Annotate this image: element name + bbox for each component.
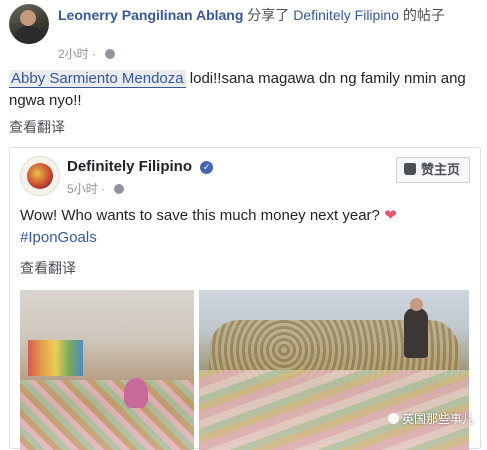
shared-page-link[interactable]: Definitely Filipino <box>293 7 399 23</box>
globe-icon <box>105 49 116 59</box>
share-time[interactable]: 2小时 <box>58 47 89 61</box>
person-face <box>410 298 423 311</box>
share-comment: Abby Sarmiento Mendoza lodi!!sana magawa… <box>9 68 479 112</box>
shared-post-card: Definitely Filipino ✓ 5小时 · 赞主页 Wow! Who… <box>9 147 481 450</box>
money-pile <box>20 380 194 450</box>
share-suffix: 的帖子 <box>402 7 445 23</box>
meta-separator: · <box>92 47 97 61</box>
watermark-text: 英国那些事儿 <box>402 412 475 426</box>
author-avatar[interactable] <box>9 4 49 44</box>
globe-icon <box>114 184 125 194</box>
see-translation-link[interactable]: 查看翻译 <box>20 258 76 278</box>
hashtag-link[interactable]: #IponGoals <box>20 229 97 246</box>
page-avatar[interactable] <box>20 156 60 196</box>
post-meta: 5小时 · <box>67 180 125 197</box>
page-name[interactable]: Definitely Filipino <box>67 158 192 175</box>
wechat-icon <box>388 413 399 424</box>
stuffed-toy <box>124 378 148 408</box>
post-photo-left[interactable] <box>20 290 194 450</box>
post-body: Wow! Who wants to save this much money n… <box>20 205 470 249</box>
meta-separator: · <box>101 182 106 196</box>
avatar-head <box>20 10 36 26</box>
heart-icon: ❤ <box>384 207 397 224</box>
watermark: 英国那些事儿 <box>388 410 474 427</box>
post-time[interactable]: 5小时 <box>67 182 98 196</box>
page-name-row: Definitely Filipino ✓ <box>67 158 214 175</box>
seated-person <box>404 298 428 358</box>
thumbs-up-icon <box>403 163 416 175</box>
post-text: Wow! Who wants to save this much money n… <box>20 207 380 224</box>
colorful-boxes <box>28 340 83 376</box>
share-action: 分享了 <box>247 7 290 23</box>
author-name[interactable]: Leonerry Pangilinan Ablang <box>58 7 243 23</box>
avatar-body <box>15 26 43 44</box>
mention-link[interactable]: Abby Sarmiento Mendoza <box>9 70 186 88</box>
verified-icon: ✓ <box>200 161 214 174</box>
like-page-label: 赞主页 <box>420 162 460 177</box>
share-header: Leonerry Pangilinan Ablang 分享了 Definitel… <box>58 6 468 25</box>
like-page-button[interactable]: 赞主页 <box>395 157 470 183</box>
share-meta: 2小时 · <box>58 45 116 62</box>
see-translation-link[interactable]: 查看翻译 <box>9 117 65 137</box>
page-logo <box>27 163 53 189</box>
